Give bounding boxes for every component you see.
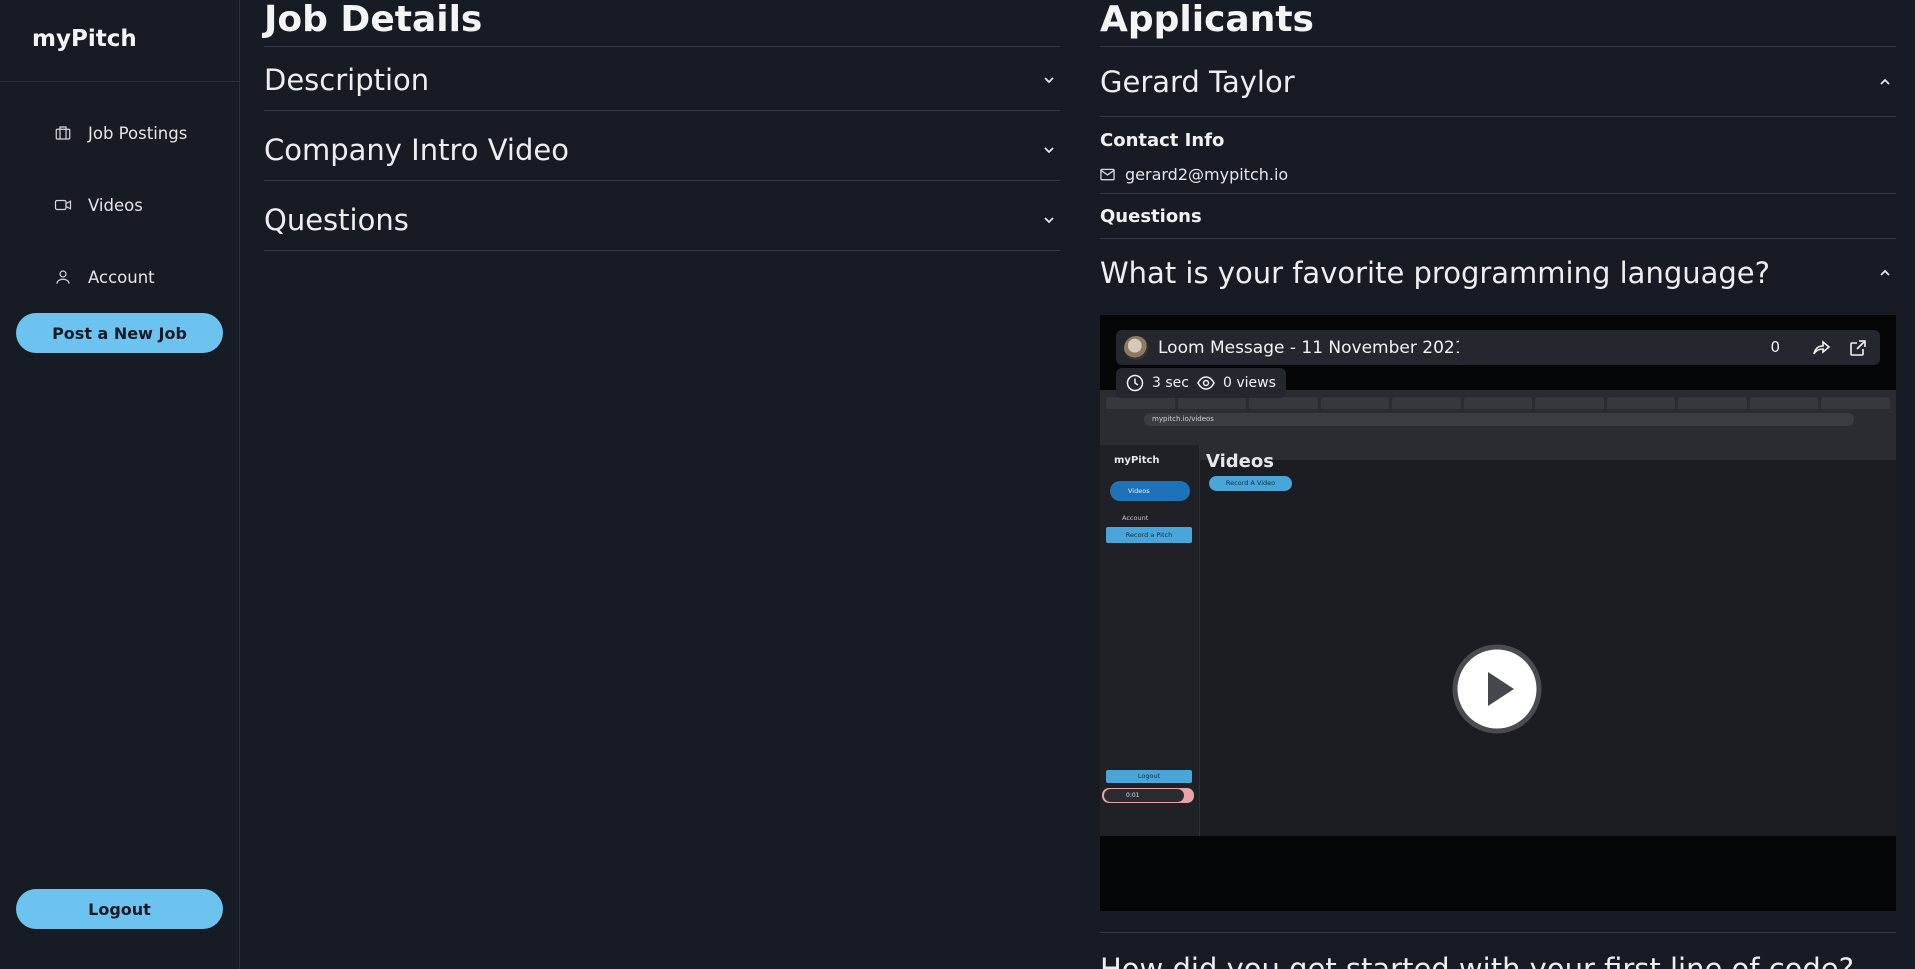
accordion-company-intro-video[interactable]: Company Intro Video	[264, 119, 1060, 181]
sidebar-item-label: Job Postings	[88, 123, 188, 143]
app-root: myPitch Job Postings Videos Account Post…	[0, 0, 1915, 969]
divider	[1100, 932, 1896, 933]
sidebar-item-job-postings[interactable]: Job Postings	[54, 118, 187, 148]
screenshot-recording-bar: 0:01	[1102, 788, 1194, 803]
bookmarks-bar	[1106, 430, 1890, 440]
browser-tab	[1821, 397, 1891, 409]
sidebar-item-account[interactable]: Account	[54, 262, 155, 292]
video-meta: 3 sec 0 views	[1116, 368, 1286, 398]
divider	[1100, 193, 1896, 194]
loom-video-player[interactable]: Loom Message - 11 November 2021 0 mypitc…	[1100, 315, 1896, 911]
screenshot-nav-videos: Videos	[1110, 481, 1190, 501]
contact-info-heading: Contact Info	[1100, 130, 1225, 151]
job-details-title: Job Details	[264, 0, 483, 40]
accordion-title: Company Intro Video	[264, 132, 569, 167]
accordion-questions[interactable]: Questions	[264, 189, 1060, 251]
screenshot-logout: Logout	[1106, 770, 1192, 783]
sidebar-item-label: Account	[88, 267, 155, 287]
divider	[264, 46, 1060, 47]
browser-tab	[1392, 397, 1461, 409]
video-frame: mypitch.io/videos myPitch Videos Account…	[1100, 390, 1896, 836]
eye-icon	[1197, 376, 1215, 390]
browser-tab	[1320, 397, 1390, 409]
logout-button[interactable]: Logout	[16, 889, 223, 929]
questions-heading: Questions	[1100, 206, 1202, 227]
brand-logo[interactable]: myPitch	[32, 26, 137, 52]
loom-actions-bar: 0	[1459, 330, 1880, 365]
recording-timer: 0:01	[1104, 789, 1184, 802]
applicants-panel: Applicants Gerard Taylor Contact Info ge…	[1100, 0, 1896, 307]
share-icon[interactable]	[1812, 338, 1832, 358]
browser-tab	[1535, 397, 1604, 409]
post-new-job-button[interactable]: Post a New Job	[16, 313, 223, 353]
email-row: gerard2@mypitch.io	[1100, 164, 1896, 184]
play-icon[interactable]	[1452, 644, 1542, 734]
briefcase-icon	[55, 126, 71, 140]
chevron-down-icon	[1044, 216, 1054, 223]
sidebar-item-label: Videos	[88, 195, 143, 215]
clock-icon	[1126, 374, 1144, 392]
job-details-panel: Job Details Description Company Intro Vi…	[264, 0, 1060, 251]
browser-tabs	[1106, 397, 1891, 411]
next-question-text[interactable]: How did you get started with your first …	[1100, 952, 1854, 969]
accordion-title: Description	[264, 62, 430, 97]
browser-tab	[1177, 397, 1247, 409]
browser-tab	[1749, 397, 1819, 409]
chevron-up-icon	[1880, 269, 1890, 276]
chevron-up-icon	[1880, 78, 1890, 85]
avatar	[1124, 335, 1148, 360]
sidebar-divider	[0, 81, 240, 82]
browser-tab	[1106, 397, 1175, 409]
video-title: Loom Message - 11 November 2021	[1158, 337, 1466, 358]
video-camera-icon	[54, 199, 72, 211]
loom-title[interactable]: Loom Message - 11 November 2021	[1116, 330, 1478, 365]
applicant-email[interactable]: gerard2@mypitch.io	[1125, 165, 1288, 184]
browser-url-bar: mypitch.io/videos	[1144, 413, 1854, 426]
screenshot-record-video: Record A Video	[1209, 476, 1292, 491]
user-icon	[56, 270, 70, 284]
browser-tab	[1678, 397, 1747, 409]
browser-chrome: mypitch.io/videos	[1100, 390, 1896, 460]
screenshot-brand: myPitch	[1114, 455, 1160, 466]
question-accordion[interactable]: What is your favorite programming langua…	[1100, 239, 1896, 307]
chevron-down-icon	[1044, 76, 1054, 83]
applicant-name: Gerard Taylor	[1100, 64, 1295, 99]
applicant-accordion-gerard-taylor[interactable]: Gerard Taylor	[1100, 47, 1896, 117]
chevron-down-icon	[1044, 146, 1054, 153]
question-text: What is your favorite programming langua…	[1100, 256, 1771, 290]
browser-tab	[1606, 397, 1676, 409]
screenshot-heading: Videos	[1206, 451, 1274, 472]
applicants-title: Applicants	[1100, 0, 1314, 40]
accordion-description[interactable]: Description	[264, 49, 1060, 111]
sidebar: myPitch Job Postings Videos Account Post…	[0, 0, 240, 969]
screenshot-nav-account: Account	[1122, 514, 1149, 522]
reaction-count: 0	[1770, 338, 1780, 356]
open-external-icon[interactable]	[1848, 338, 1868, 358]
browser-tab	[1249, 397, 1318, 409]
screenshot-sidebar: myPitch Videos Account Record a Pitch Lo…	[1100, 445, 1200, 836]
video-views: 0 views	[1222, 375, 1276, 391]
screenshot-record-pitch: Record a Pitch	[1106, 527, 1192, 543]
mail-icon	[1100, 168, 1115, 180]
browser-tab	[1463, 397, 1533, 409]
accordion-title: Questions	[264, 202, 409, 237]
video-duration: 3 sec	[1152, 375, 1189, 391]
sidebar-item-videos[interactable]: Videos	[54, 190, 143, 220]
